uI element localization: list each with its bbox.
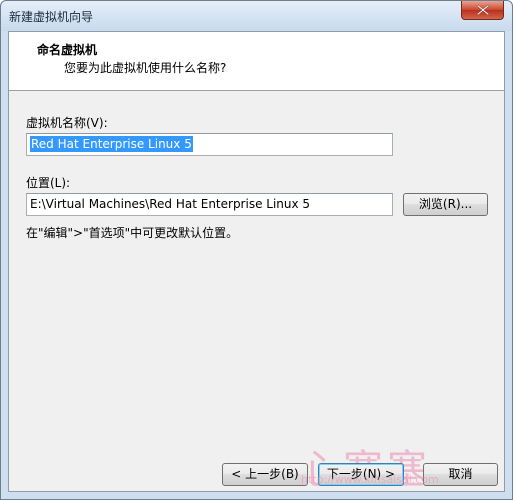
wizard-window: 新建虚拟机向导 命名虚拟机 您要为此虚拟机使用什么名称? 虚拟机名称(V): R… xyxy=(0,0,513,500)
close-icon xyxy=(477,5,489,15)
wizard-header: 命名虚拟机 您要为此虚拟机使用什么名称? xyxy=(9,32,504,91)
title-bar[interactable]: 新建虚拟机向导 xyxy=(1,1,512,31)
vm-name-input[interactable]: Red Hat Enterprise Linux 5 xyxy=(26,133,393,156)
page-title: 命名虚拟机 xyxy=(37,43,98,57)
location-value: E:\Virtual Machines\Red Hat Enterprise L… xyxy=(30,197,311,211)
window-title: 新建虚拟机向导 xyxy=(9,10,94,24)
next-button[interactable]: 下一步(N) > xyxy=(318,463,404,486)
cancel-button[interactable]: 取消 xyxy=(423,463,498,486)
vm-name-label: 虚拟机名称(V): xyxy=(26,116,108,130)
location-input[interactable]: E:\Virtual Machines\Red Hat Enterprise L… xyxy=(26,193,393,216)
page-subtitle: 您要为此虚拟机使用什么名称? xyxy=(64,61,227,75)
dialog-body: 命名虚拟机 您要为此虚拟机使用什么名称? 虚拟机名称(V): Red Hat E… xyxy=(8,31,505,493)
browse-button[interactable]: 浏览(R)... xyxy=(403,193,488,216)
location-hint: 在"编辑">"首选项"中可更改默认位置。 xyxy=(26,226,239,240)
close-button[interactable] xyxy=(461,1,504,20)
vm-name-value: Red Hat Enterprise Linux 5 xyxy=(30,136,193,152)
back-button[interactable]: < 上一步(B) xyxy=(222,463,308,486)
location-label: 位置(L): xyxy=(26,176,71,190)
